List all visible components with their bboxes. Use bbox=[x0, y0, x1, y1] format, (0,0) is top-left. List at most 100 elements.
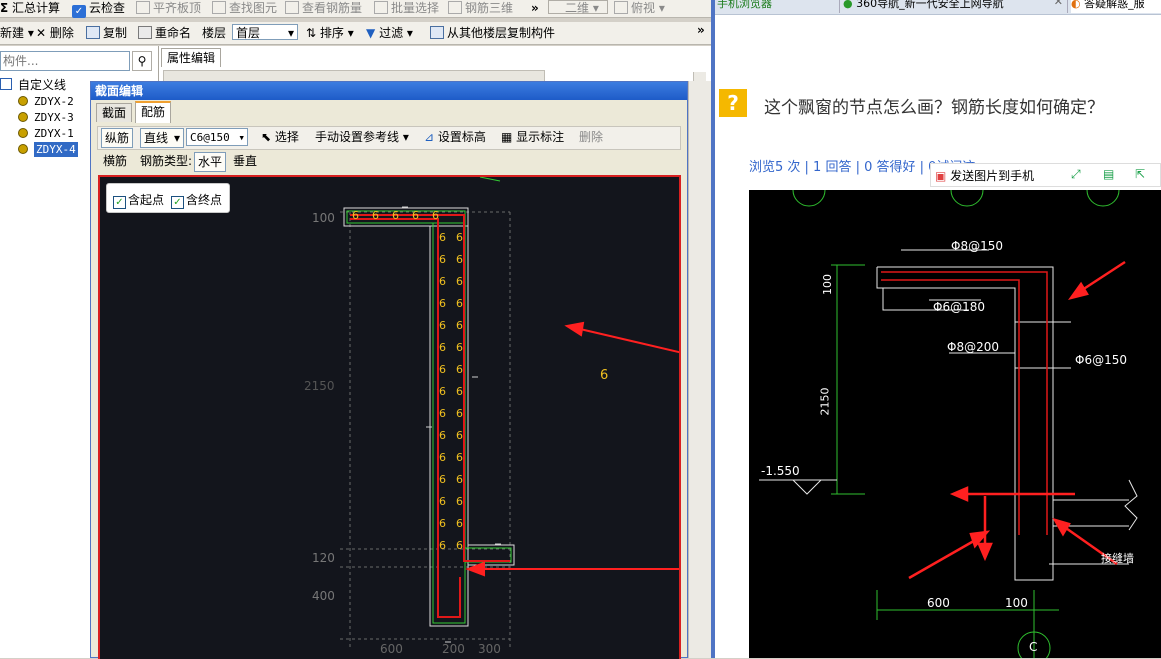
rebar-mark: 6 bbox=[456, 517, 463, 530]
browser-tab-active[interactable]: ◐ 答疑解惑_服 bbox=[1071, 0, 1161, 13]
cloud-check-button[interactable]: ✓ 云检查 bbox=[72, 0, 125, 18]
search-icon: ⚲ bbox=[137, 54, 147, 68]
rebar-mark: 6 bbox=[456, 451, 463, 464]
browser-tab[interactable]: ● 360导航_新一代安全上网导航 ✕ bbox=[843, 0, 1068, 13]
phone-icon: ▣ bbox=[935, 169, 947, 183]
tree-item[interactable]: ZDYX-3 bbox=[18, 110, 74, 125]
new-button[interactable]: 新建 ▾ bbox=[0, 25, 34, 41]
rebar-mark: 6 bbox=[456, 341, 463, 354]
line-dropdown[interactable]: 直线 ▾ bbox=[140, 128, 185, 148]
rebar-toolbar-2: 横筋 钢筋类型: 水平 垂直 bbox=[97, 151, 681, 173]
batch-icon bbox=[374, 1, 388, 14]
label-wall-joint: 接缝墙 bbox=[1101, 552, 1134, 565]
folder-icon bbox=[0, 78, 12, 90]
globe-icon: ● bbox=[843, 0, 853, 10]
more-chevron-icon[interactable]: » bbox=[697, 22, 705, 38]
floating-mark-label: 6 bbox=[600, 368, 609, 383]
rebar-mark: 6 bbox=[439, 451, 446, 464]
spec-select[interactable]: C6@150 ▾ bbox=[186, 128, 248, 146]
horizontal-button[interactable]: 水平 bbox=[194, 152, 227, 172]
floor-label: 楼层 bbox=[202, 26, 227, 40]
rebar-mark: 6 bbox=[456, 297, 463, 310]
rebar-mark: 6 bbox=[456, 539, 463, 552]
rebar-mark: 6 bbox=[439, 341, 446, 354]
longitudinal-button[interactable]: 纵筋 bbox=[101, 128, 134, 148]
sort-button[interactable]: ⇅ 排序 ▾ bbox=[306, 25, 354, 41]
pane-divider bbox=[688, 81, 712, 658]
copy-from-floor-button[interactable]: 从其他楼层复制构件 bbox=[430, 25, 555, 41]
delete-rebar-button[interactable]: 删除 bbox=[576, 128, 606, 147]
browser-window: 手机浏览器 ● 360导航_新一代安全上网导航 ✕ ◐ 答疑解惑_服 ? 这个飘窗… bbox=[715, 0, 1161, 658]
gear-icon bbox=[18, 112, 28, 122]
rename-button[interactable]: 重命名 bbox=[138, 25, 191, 41]
batch-select-button[interactable]: 批量选择 bbox=[374, 0, 439, 16]
floors-icon bbox=[430, 26, 444, 39]
send-to-phone-button[interactable]: ▣ 发送图片到手机 bbox=[935, 167, 1034, 184]
share-icon[interactable]: ⇱ bbox=[1135, 167, 1145, 181]
copy-button[interactable]: 复制 bbox=[86, 25, 127, 41]
label-dim-2150: 2150 bbox=[818, 387, 832, 416]
browser-tab[interactable]: 手机浏览器 bbox=[715, 0, 840, 13]
gear-icon bbox=[18, 144, 28, 154]
label-axis-c: C bbox=[1029, 640, 1038, 654]
rebar-toolbar-1: 纵筋 直线 ▾ C6@150 ▾ ⬉ 选择 手动设置参考线 ▾ ⊿ 设置标高 ▦ 显… bbox=[97, 126, 681, 150]
elevation-icon: ⊿ bbox=[424, 130, 435, 144]
component-toolbar: 新建 ▾ ✕ 删除 复制 重命名 楼层 首层 ▾ ⇅ 排序 ▾ ▼ 过滤 ▾ 从其… bbox=[0, 22, 711, 45]
set-elevation-button[interactable]: ⊿ 设置标高 bbox=[421, 128, 489, 147]
rebar-mark: 6 bbox=[439, 319, 446, 332]
dialog-titlebar[interactable]: 截面编辑 bbox=[91, 82, 687, 100]
question-icon: ? bbox=[719, 89, 747, 117]
dim-bottom-200: 200 bbox=[442, 642, 465, 656]
save-icon[interactable]: ▤ bbox=[1103, 167, 1114, 181]
view-rebar-button[interactable]: 查看钢筋量 bbox=[285, 0, 362, 16]
main-toolbar: Σ 汇总计算 ✓ 云检查 平齐板顶 查找图元 查看钢筋量 批量选择 钢筋三维 » … bbox=[0, 0, 711, 18]
rebar-mark: 6 bbox=[439, 539, 446, 552]
more-chevron-icon[interactable]: » bbox=[531, 0, 539, 16]
dropdown-arrow-icon: ▾ bbox=[174, 131, 181, 145]
dim-120: 120 bbox=[312, 551, 335, 565]
label-phi6-150: Φ6@150 bbox=[1075, 353, 1127, 367]
view-mode-dropdown[interactable]: 二维 ▾ bbox=[548, 0, 608, 15]
dim-bottom-600: 600 bbox=[380, 642, 403, 656]
rebar-mark: 6 bbox=[456, 385, 463, 398]
floor-select[interactable]: 首层 ▾ bbox=[232, 24, 298, 40]
manual-reference-dropdown[interactable]: 手动设置参考线 ▾ bbox=[312, 128, 412, 147]
rename-icon bbox=[138, 26, 152, 39]
cursor-icon: ⬉ bbox=[261, 130, 272, 144]
rebar-mark: 6 bbox=[439, 495, 446, 508]
rebar-mark: 6 bbox=[439, 517, 446, 530]
rebar-3d-button[interactable]: 钢筋三维 bbox=[448, 0, 513, 16]
search-input[interactable]: 构件... bbox=[0, 51, 130, 71]
section-canvas[interactable]: ✓ 含起点 ✓ 含终点 6 6 6 6 6 6 6 6 6 6 6 6 6 6 … bbox=[98, 175, 681, 659]
dropdown-arrow-icon: ▾ bbox=[287, 26, 294, 40]
fullscreen-icon[interactable]: ⤢ bbox=[1071, 167, 1081, 182]
dim-400: 400 bbox=[312, 589, 335, 603]
search-button[interactable]: ⚲ bbox=[132, 51, 152, 71]
show-label-button[interactable]: ▦ 显示标注 bbox=[498, 128, 567, 147]
rebar-mark: 6 bbox=[439, 253, 446, 266]
tab-properties[interactable]: 属性编辑 bbox=[161, 48, 222, 67]
tree-item-selected[interactable]: ZDYX-4 bbox=[18, 142, 78, 157]
close-icon[interactable]: ✕ bbox=[1054, 0, 1063, 8]
rebar-mark: 6 bbox=[439, 407, 446, 420]
select-button[interactable]: ⬉ 选择 bbox=[258, 128, 302, 147]
section-editor-dialog: 截面编辑 截面 配筋 纵筋 直线 ▾ C6@150 ▾ ⬉ 选择 手动设置参考线 ▾… bbox=[90, 81, 688, 659]
summary-button[interactable]: Σ 汇总计算 bbox=[0, 0, 60, 16]
tree-item[interactable]: ZDYX-1 bbox=[18, 126, 74, 141]
vertical-button[interactable]: 垂直 bbox=[230, 152, 260, 171]
flat-slab-button[interactable]: 平齐板顶 bbox=[136, 0, 201, 16]
view-angle-dropdown[interactable]: 俯视 ▾ bbox=[614, 0, 665, 16]
tree-item[interactable]: ZDYX-2 bbox=[18, 94, 74, 109]
label-dim-600: 600 bbox=[927, 596, 950, 610]
find-icon bbox=[212, 1, 226, 14]
tab-section[interactable]: 截面 bbox=[96, 103, 133, 122]
question-image[interactable]: Φ8@150 Φ6@180 Φ8@200 Φ6@150 100 2150 -1.… bbox=[749, 190, 1161, 658]
filter-button[interactable]: ▼ 过滤 ▾ bbox=[366, 25, 413, 41]
cube-icon bbox=[614, 1, 628, 14]
find-element-button[interactable]: 查找图元 bbox=[212, 0, 277, 16]
image-toolbar: ▣ 发送图片到手机 ⤢ ▤ ⇱ bbox=[930, 163, 1161, 187]
delete-button[interactable]: ✕ 删除 bbox=[36, 25, 74, 41]
transverse-button[interactable]: 横筋 bbox=[100, 152, 130, 171]
tree-root[interactable]: 自定义线 bbox=[0, 78, 66, 93]
tab-reinforcement[interactable]: 配筋 bbox=[135, 101, 172, 123]
